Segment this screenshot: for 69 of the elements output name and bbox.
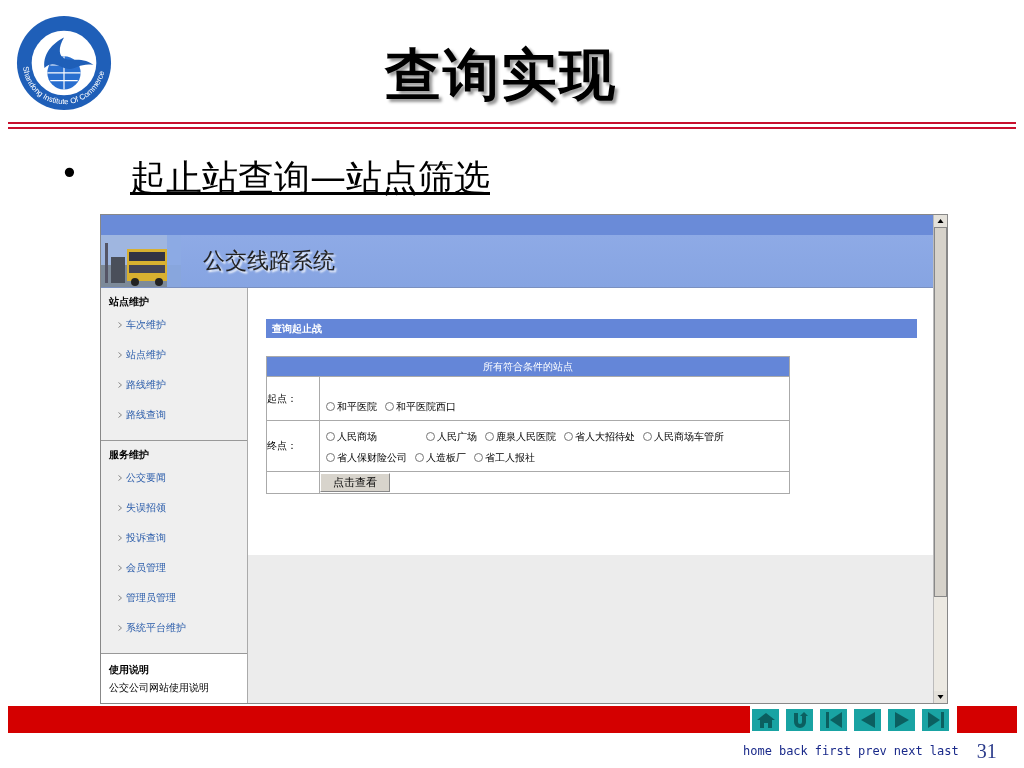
radio-button[interactable] <box>485 432 494 441</box>
chevron-icon <box>118 322 122 328</box>
nav-label: back <box>778 744 808 758</box>
help-text: 公交公司网站使用说明 <box>109 681 210 695</box>
next-button[interactable] <box>888 709 915 731</box>
radio-button[interactable] <box>415 453 424 462</box>
sidebar-link[interactable]: 系统平台维护 <box>126 621 186 635</box>
app-title: 公交线路系统 <box>203 247 335 275</box>
option-label: 鹿泉人民医院 <box>496 429 556 444</box>
page-number: 31 <box>976 739 997 763</box>
table-caption: 所有符合条件的站点 <box>266 356 790 377</box>
sidebar-link[interactable]: 会员管理 <box>126 561 166 575</box>
sidebar-link[interactable]: 失误招领 <box>126 501 166 515</box>
chevron-icon <box>118 412 122 418</box>
option-label: 省人大招待处 <box>575 429 635 444</box>
prev-button[interactable] <box>854 709 881 731</box>
sidebar-link[interactable]: 路线维护 <box>126 378 166 392</box>
option-label: 和平医院 <box>337 399 377 414</box>
radio-button[interactable] <box>326 432 335 441</box>
chevron-icon <box>118 535 122 541</box>
option-label: 和平医院西口 <box>396 399 456 414</box>
nav-label: prev <box>857 744 887 758</box>
help-heading: 使用说明 <box>109 663 150 677</box>
option-label: 人民广场 <box>437 429 477 444</box>
sidebar-link[interactable]: 公交要闻 <box>126 471 166 485</box>
chevron-icon <box>118 595 122 601</box>
row-label: 起点： <box>267 392 297 404</box>
chevron-icon <box>118 565 122 571</box>
sidebar-heading: 服务维护 <box>109 448 150 462</box>
back-button[interactable] <box>786 709 813 731</box>
radio-button[interactable] <box>326 453 335 462</box>
slide-title: 查询实现 <box>385 40 617 109</box>
chevron-icon <box>118 625 122 631</box>
radio-button[interactable] <box>474 453 483 462</box>
row-label: 终点： <box>267 440 297 451</box>
option-label: 人民商场车管所 <box>654 429 724 444</box>
chevron-icon <box>118 505 122 511</box>
last-button[interactable] <box>922 709 949 731</box>
chevron-icon <box>118 352 122 358</box>
nav-label: last <box>929 744 959 758</box>
bullet-mark: • <box>60 154 80 192</box>
radio-button[interactable] <box>385 402 394 411</box>
option-label: 人民商场 <box>337 429 377 444</box>
slide-subtitle: 起止站查询—站点筛选 <box>130 156 490 200</box>
sidebar-heading: 站点维护 <box>109 295 150 309</box>
sidebar-link[interactable]: 路线查询 <box>126 408 166 422</box>
sidebar-link[interactable]: 投诉查询 <box>126 531 166 545</box>
option-label: 人造板厂 <box>426 450 466 465</box>
sidebar-link[interactable]: 站点维护 <box>126 348 166 362</box>
nav-label: first <box>814 744 851 758</box>
chevron-icon <box>118 475 122 481</box>
panel-title: 查询起止战 <box>266 319 917 338</box>
chevron-icon <box>118 382 122 388</box>
nav-label: next <box>893 744 923 758</box>
nav-label: home <box>743 744 772 758</box>
sidebar-link[interactable]: 车次维护 <box>126 318 166 332</box>
radio-button[interactable] <box>426 432 435 441</box>
footer-block <box>957 706 1017 733</box>
option-label: 省人保财险公司 <box>337 450 407 465</box>
sidebar-link[interactable]: 管理员管理 <box>126 591 176 605</box>
radio-button[interactable] <box>643 432 652 441</box>
first-button[interactable] <box>820 709 847 731</box>
radio-button[interactable] <box>326 402 335 411</box>
radio-button[interactable] <box>564 432 573 441</box>
view-button[interactable]: 点击查看 <box>320 473 390 492</box>
scrollbar[interactable] <box>933 215 947 703</box>
option-label: 省工人报社 <box>485 450 535 465</box>
scroll-thumb[interactable] <box>934 227 947 597</box>
home-button[interactable] <box>752 709 779 731</box>
